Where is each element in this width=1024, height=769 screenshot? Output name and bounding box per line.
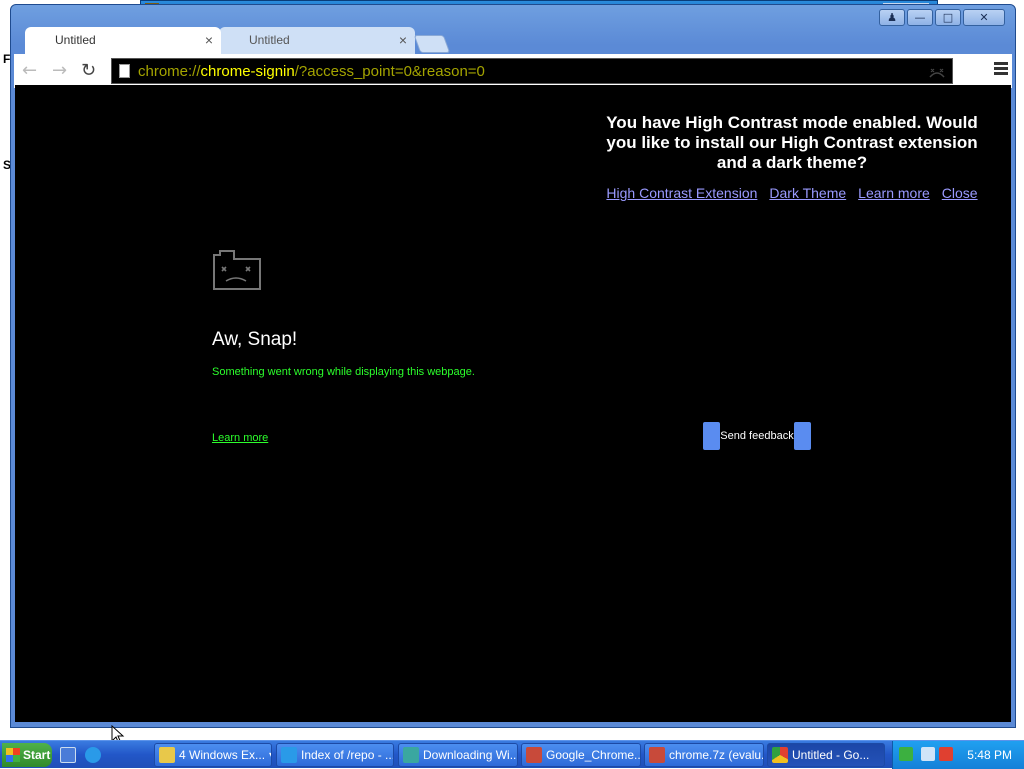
address-bar[interactable]: chrome://chrome-signin/?access_point=0&r… [111, 58, 953, 84]
url-host: chrome-signin [200, 63, 295, 80]
back-arrow-icon[interactable]: ← [22, 60, 37, 81]
profile-button[interactable]: ♟ [879, 9, 905, 26]
taskbar-item-7zip[interactable]: chrome.7z (evalu... [644, 743, 764, 767]
task-label: 4 Windows Ex... [179, 748, 266, 762]
chrome-window: ♟ — □ ✕ Untitled × Untitled × ← → ↻ chro… [10, 4, 1016, 745]
reload-icon[interactable]: ↻ [81, 60, 96, 81]
tab-active[interactable]: Untitled × [25, 27, 221, 54]
start-label: Start [23, 748, 51, 762]
tab-strip: Untitled × Untitled × [25, 27, 451, 54]
taskbar: Start 4 Windows Ex... ▾ Index of /repo -… [0, 740, 1024, 769]
high-contrast-extension-link[interactable]: High Contrast Extension [606, 185, 757, 201]
minimize-button[interactable]: — [907, 9, 933, 26]
download-icon [403, 747, 419, 763]
new-tab-button[interactable] [413, 35, 451, 53]
tab-title: Untitled [55, 33, 96, 47]
folder-icon [159, 747, 175, 763]
dark-theme-link[interactable]: Dark Theme [769, 185, 846, 201]
taskbar-item-ie[interactable]: Index of /repo - ... [276, 743, 394, 767]
tab-close-icon[interactable]: × [205, 32, 213, 48]
sad-tab-icon [929, 68, 945, 78]
tab-title: Untitled [249, 33, 290, 47]
task-label: Untitled - Go... [792, 748, 870, 762]
start-button[interactable]: Start [2, 743, 52, 767]
tab-inactive[interactable]: Untitled × [219, 27, 415, 54]
window-controls: ♟ — □ ✕ [879, 9, 1005, 26]
url-scheme: chrome:// [138, 63, 201, 80]
taskbar-item-chrome[interactable]: Untitled - Go... [767, 743, 885, 767]
error-message: Something went wrong while displaying th… [212, 366, 475, 378]
ie-icon [281, 747, 297, 763]
task-label: Downloading Wi... [423, 748, 518, 762]
volume-muted-icon[interactable] [939, 747, 953, 761]
forward-arrow-icon[interactable]: → [52, 60, 67, 81]
high-contrast-message: You have High Contrast mode enabled. Wou… [606, 113, 978, 172]
send-feedback-button[interactable]: Send feedback [703, 422, 811, 450]
task-label: chrome.7z (evalu... [669, 748, 764, 762]
taskbar-item-download[interactable]: Downloading Wi... [398, 743, 518, 767]
page-icon [119, 64, 130, 78]
url-text: chrome://chrome-signin/?access_point=0&r… [138, 63, 485, 80]
menu-icon[interactable] [994, 62, 1008, 77]
sad-folder-icon [213, 250, 261, 290]
task-label: Google_Chrome... [546, 748, 641, 762]
archive-icon [526, 747, 542, 763]
error-learn-more-link[interactable]: Learn more [212, 432, 268, 444]
close-window-button[interactable]: ✕ [963, 9, 1005, 26]
security-icon[interactable] [899, 747, 913, 761]
show-desktop-icon[interactable] [60, 747, 76, 763]
clock: 5:48 PM [967, 748, 1012, 762]
learn-more-link[interactable]: Learn more [858, 185, 930, 201]
group-dropdown-icon: ▾ [269, 748, 271, 762]
maximize-button[interactable]: □ [935, 9, 961, 26]
chrome-icon [772, 747, 788, 763]
network-icon[interactable] [921, 747, 935, 761]
taskbar-item-explorer[interactable]: 4 Windows Ex... ▾ [154, 743, 272, 767]
tab-close-icon[interactable]: × [399, 32, 407, 48]
system-tray: 5:48 PM [892, 741, 1024, 769]
taskbar-item-archive-folder[interactable]: Google_Chrome... [521, 743, 641, 767]
error-title: Aw, Snap! [212, 329, 298, 350]
page-content: You have High Contrast mode enabled. Wou… [15, 85, 1011, 745]
send-feedback-label: Send feedback [720, 430, 794, 442]
task-label: Index of /repo - ... [301, 748, 394, 762]
archive-icon [649, 747, 665, 763]
close-link[interactable]: Close [942, 185, 978, 201]
high-contrast-infobar: You have High Contrast mode enabled. Wou… [595, 113, 989, 201]
high-contrast-links: High Contrast Extension Dark Theme Learn… [595, 185, 989, 201]
windows-logo-icon [6, 748, 20, 762]
url-query: /?access_point=0&reason=0 [294, 63, 485, 80]
toolbar: ← → ↻ chrome://chrome-signin/?access_poi… [14, 54, 1012, 88]
internet-explorer-icon[interactable] [85, 747, 101, 763]
